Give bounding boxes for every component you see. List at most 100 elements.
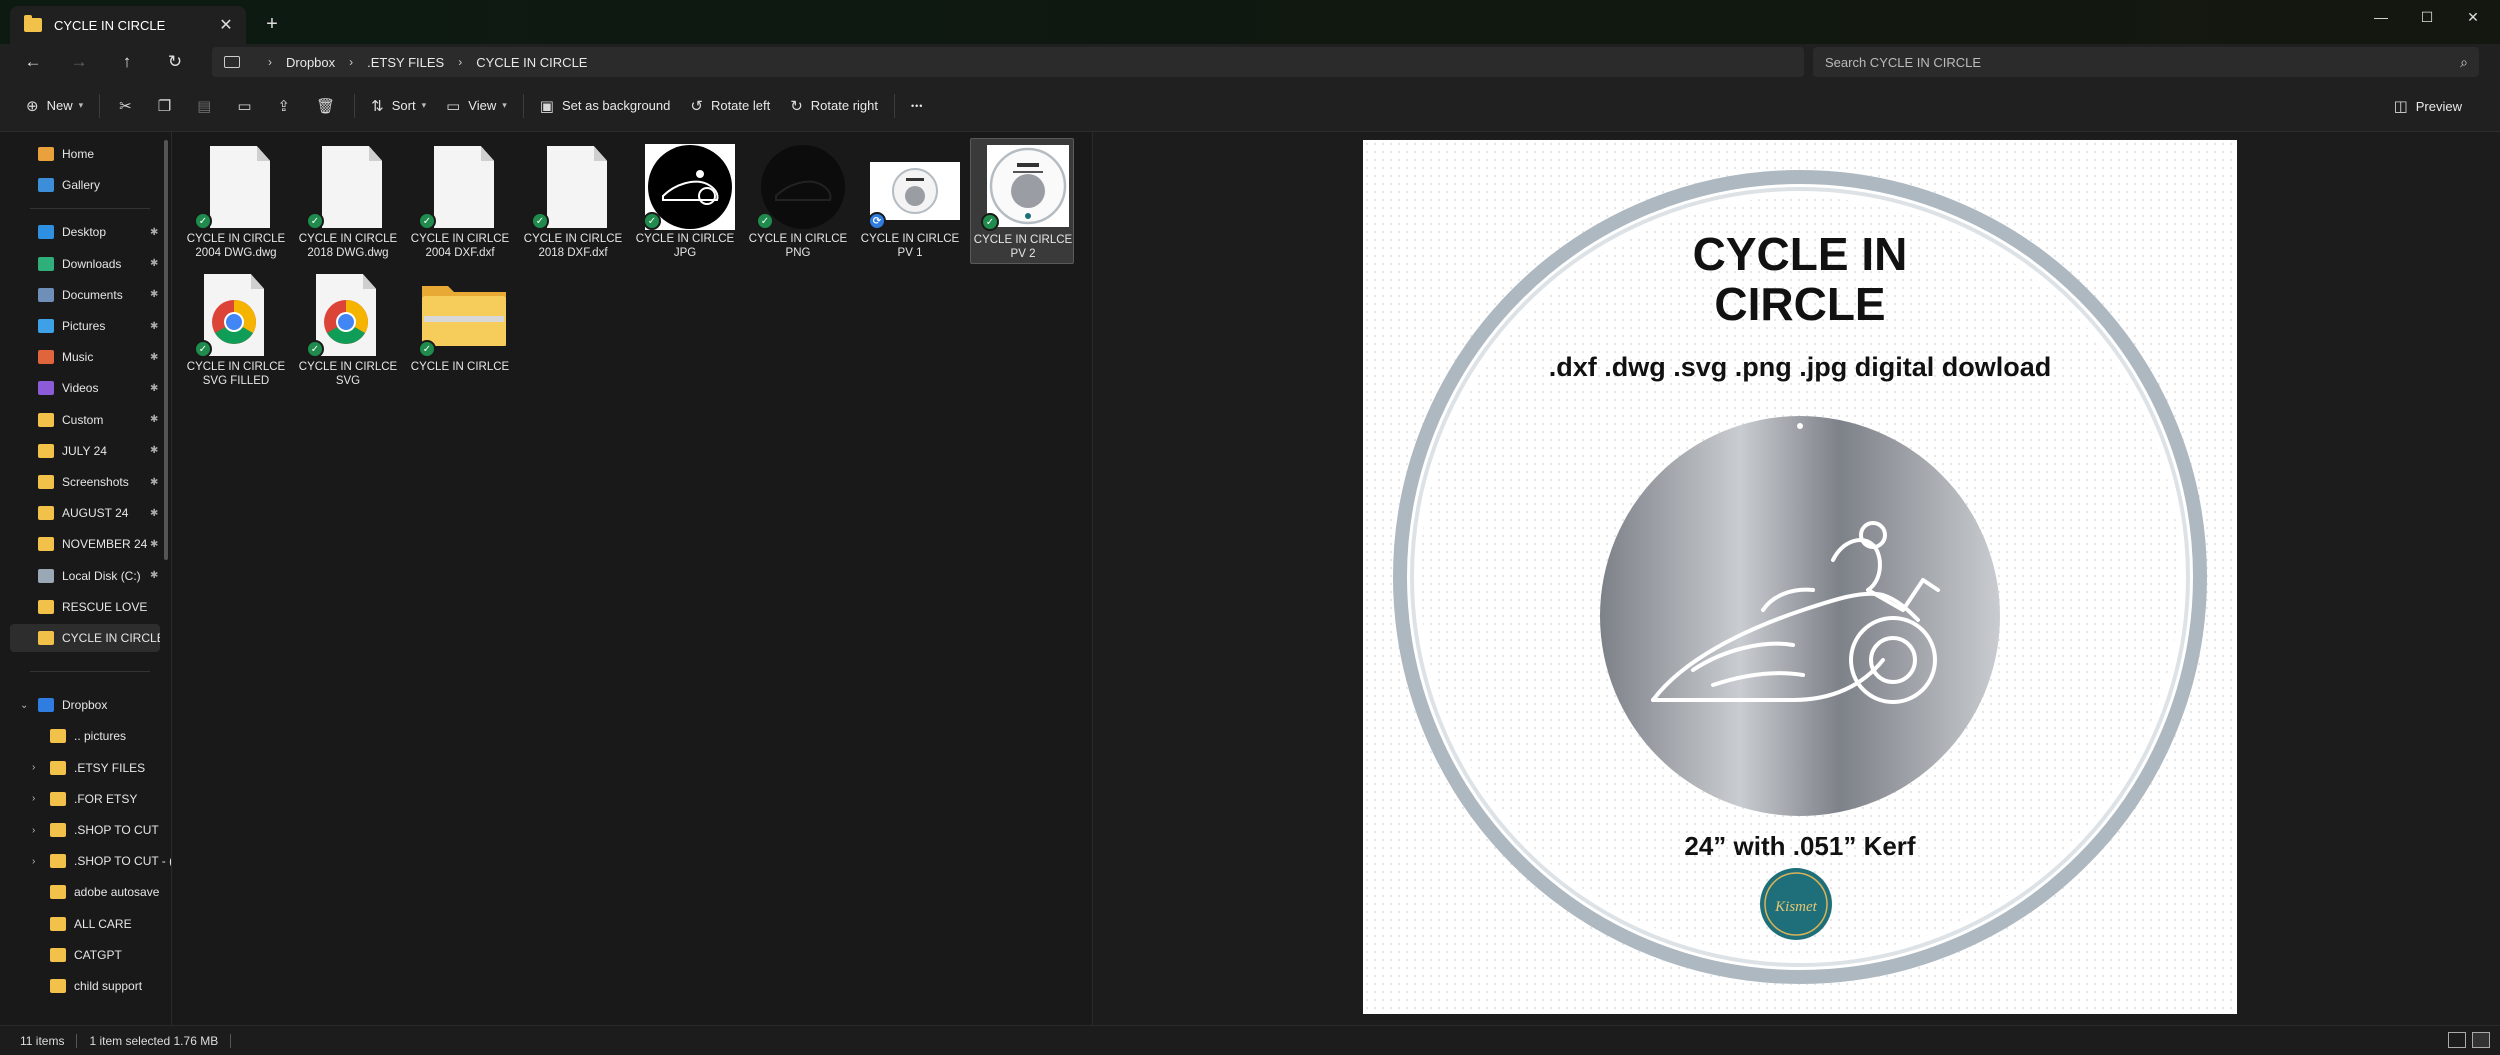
breadcrumb-separator[interactable]: ›	[349, 55, 353, 69]
cut-button[interactable]: ✂	[106, 88, 145, 124]
view-label: View	[468, 98, 497, 113]
sidebar-item[interactable]: › .ETSY FILES	[22, 754, 171, 782]
preview-pane-button[interactable]: ◫ Preview	[2384, 88, 2472, 124]
details-view-button[interactable]	[2448, 1032, 2466, 1048]
close-window-button[interactable]: ✕	[2450, 2, 2496, 32]
file-item[interactable]: ✓ CYCLE IN CIRLCE SVG	[296, 266, 400, 392]
sidebar-item[interactable]: Gallery	[10, 171, 160, 199]
sidebar-item[interactable]: Custom ✱	[10, 406, 160, 434]
sidebar-item[interactable]: CYCLE IN CIRCLE	[10, 624, 160, 652]
more-icon: •••	[911, 100, 924, 111]
folder-icon	[38, 412, 54, 427]
sidebar-item-label: Music	[62, 350, 94, 365]
sidebar-item[interactable]: JULY 24 ✱	[10, 437, 160, 465]
view-button[interactable]: ▭ View ▾	[436, 88, 517, 124]
sidebar-item[interactable]: adobe autosave	[22, 878, 171, 906]
delete-button[interactable]: 🗑	[303, 88, 348, 124]
breadcrumb-separator[interactable]: ›	[458, 55, 462, 69]
search-box[interactable]: ⌕	[1813, 47, 2479, 77]
file-item[interactable]: ✓ CYCLE IN CIRLCE 2004 DXF.dxf	[408, 138, 512, 264]
sidebar-item[interactable]: Home	[10, 140, 160, 168]
breadcrumb-dropbox[interactable]: Dropbox	[286, 55, 335, 70]
sidebar-item-label: .. pictures	[74, 729, 127, 744]
file-item[interactable]: ✓ CYCLE IN CIRLCE PV 2	[970, 138, 1074, 264]
sidebar-item-label: .ETSY FILES	[74, 760, 146, 775]
search-input[interactable]	[1825, 54, 2449, 70]
new-tab-button[interactable]: +	[258, 10, 286, 38]
file-item[interactable]: ✓ CYCLE IN CIRCLE 2004 DWG.dwg	[184, 138, 288, 264]
file-item[interactable]: ✓ CYCLE IN CIRLCE SVG FILLED	[184, 266, 288, 392]
this-pc-icon[interactable]	[224, 56, 240, 68]
refresh-button[interactable]: ↻	[160, 48, 190, 76]
sidebar-scrollbar[interactable]	[164, 140, 168, 560]
sidebar-item[interactable]: Downloads ✱	[10, 250, 160, 278]
sidebar-item[interactable]: .. pictures	[22, 722, 171, 750]
sidebar-item[interactable]: ALL CARE	[22, 910, 171, 938]
preview-label: Preview	[2415, 98, 2462, 114]
navigation-pane: Home Gallery Desktop ✱ Downloads ✱ Documents ✱ P…	[0, 132, 172, 1025]
file-item[interactable]: ⟳ CYCLE IN CIRLCE PV 1	[858, 138, 962, 264]
sync-complete-icon: ✓	[306, 212, 324, 230]
sidebar-item[interactable]: Local Disk (C:) ✱	[10, 562, 160, 590]
pin-icon: ✱	[150, 382, 159, 394]
chevron-right-icon[interactable]: ›	[32, 793, 35, 804]
close-tab-icon[interactable]: ✕	[212, 11, 240, 39]
folder-icon	[38, 506, 54, 521]
minimize-button[interactable]: —	[2358, 2, 2404, 32]
copy-button[interactable]: ❐	[145, 88, 184, 124]
sidebar-item[interactable]: Videos ✱	[10, 374, 160, 402]
pin-icon: ✱	[150, 226, 159, 238]
large-icons-view-button[interactable]	[2472, 1032, 2490, 1048]
forward-button[interactable]: →	[64, 48, 94, 76]
file-item[interactable]: ✓ CYCLE IN CIRLCE	[408, 266, 512, 392]
file-item[interactable]: ✓ CYCLE IN CIRLCE PNG	[746, 138, 850, 264]
chevron-right-icon[interactable]: ›	[32, 825, 35, 836]
address-bar[interactable]: › Dropbox › .ETSY FILES › CYCLE IN CIRCL…	[212, 47, 1804, 77]
file-item[interactable]: ✓ CYCLE IN CIRLCE 2018 DXF.dxf	[521, 138, 625, 264]
sidebar-item[interactable]: › .SHOP TO CUT - (	[22, 847, 171, 875]
rotate-right-button[interactable]: ↻ Rotate right	[780, 88, 888, 124]
sidebar-item[interactable]: NOVEMBER 24 ✱	[10, 530, 160, 558]
search-icon[interactable]: ⌕	[2449, 54, 2479, 71]
navigation-bar: ← → ↑ ↻ › Dropbox › .ETSY FILES › CYCLE …	[0, 44, 2500, 80]
chevron-right-icon[interactable]: ›	[32, 762, 35, 773]
sidebar-item[interactable]: Music ✱	[10, 343, 160, 371]
rotate-left-button[interactable]: ↺ Rotate left	[680, 88, 780, 124]
maximize-button[interactable]: ☐	[2404, 2, 2450, 32]
sort-button[interactable]: ⇅ Sort ▾	[361, 88, 436, 124]
share-button[interactable]: ⇪	[265, 88, 304, 124]
breadcrumb-etsy-files[interactable]: .ETSY FILES	[367, 55, 444, 70]
file-item[interactable]: ✓ CYCLE IN CIRCLE 2018 DWG.dwg	[296, 138, 400, 264]
sidebar-item[interactable]: Desktop ✱	[10, 218, 160, 246]
chevron-down-icon[interactable]: ⌄	[20, 700, 28, 711]
sidebar-item[interactable]: Pictures ✱	[10, 312, 160, 340]
new-button[interactable]: ⊕ New ▾	[16, 88, 93, 124]
sidebar-item[interactable]: Documents ✱	[10, 281, 160, 309]
sidebar-item[interactable]: › .FOR ETSY	[22, 785, 171, 813]
folder-icon	[50, 823, 66, 837]
preview-size-text: 24” with .051” Kerf	[1684, 831, 1916, 861]
metal-disc	[1600, 416, 2000, 816]
more-options-button[interactable]: •••	[901, 88, 933, 124]
set-as-background-button[interactable]: ▣ Set as background	[530, 88, 681, 124]
sidebar-item[interactable]: CATGPT	[22, 941, 171, 969]
breadcrumb-cycle-in-circle[interactable]: CYCLE IN CIRCLE	[476, 55, 587, 70]
back-button[interactable]: ←	[18, 48, 48, 76]
up-button[interactable]: ↑	[112, 48, 142, 76]
sidebar-item[interactable]: ⌄ Dropbox	[10, 691, 160, 719]
file-item[interactable]: ✓ CYCLE IN CIRLCE JPG	[633, 138, 737, 264]
tab-active[interactable]: CYCLE IN CIRCLE ✕	[10, 6, 246, 44]
chevron-right-icon[interactable]: ›	[32, 856, 35, 867]
sync-complete-icon: ✓	[418, 212, 436, 230]
plus-circle-icon: ⊕	[26, 97, 39, 115]
file-name: CYCLE IN CIRCLE 2018 DWG.dwg	[298, 233, 398, 259]
sidebar-item[interactable]: Screenshots ✱	[10, 468, 160, 496]
paste-button[interactable]: ▤	[184, 88, 224, 124]
sort-icon: ⇅	[371, 97, 384, 115]
sidebar-item[interactable]: AUGUST 24 ✱	[10, 499, 160, 527]
breadcrumb-separator[interactable]: ›	[268, 55, 272, 69]
sidebar-item[interactable]: › .SHOP TO CUT	[22, 816, 171, 844]
sidebar-item[interactable]: child support	[22, 972, 171, 1000]
sidebar-item[interactable]: RESCUE LOVE	[10, 593, 160, 621]
rename-button[interactable]: ▭	[224, 88, 264, 124]
